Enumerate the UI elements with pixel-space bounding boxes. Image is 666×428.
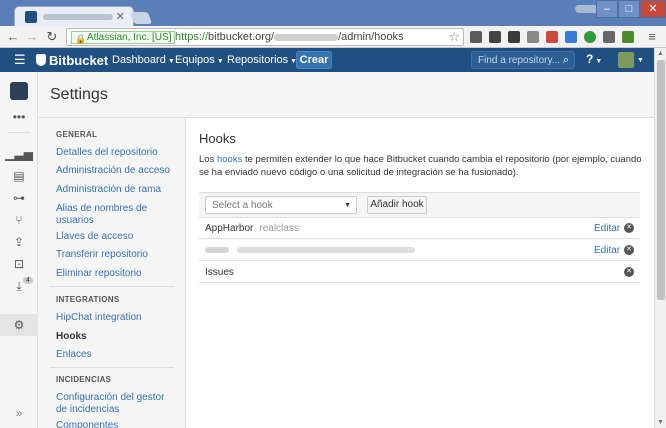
add-hook-bar: Select a hook ▼ Añadir hook [199, 192, 640, 218]
chevron-down-icon: ▼ [216, 58, 224, 65]
user-avatar[interactable] [618, 52, 634, 68]
nav-item-transfer-repo[interactable]: Transferir repositorio [56, 249, 178, 261]
nav-item-components[interactable]: Componentes [56, 420, 178, 428]
hook-detail-redacted [237, 247, 415, 254]
nav-dashboard[interactable]: Dashboard ▼ [112, 54, 175, 66]
page-title: Settings [50, 86, 108, 103]
nav-repositorios[interactable]: Repositorios ▼ [227, 54, 297, 66]
hook-name-redacted [205, 247, 229, 254]
hook-row: AppHarbor realclass Editar ✕ [199, 218, 640, 239]
hooks-panel: Hooks Los hooks te permiten extender lo … [187, 118, 654, 428]
edit-hook-link[interactable]: Editar [594, 223, 620, 234]
bookmark-star-icon[interactable]: ☆ [448, 29, 460, 45]
nav-item-repo-details[interactable]: Detalles del repositorio [56, 147, 178, 159]
hamburger-menu-icon[interactable]: ☰ [14, 53, 26, 66]
window-minimize-button[interactable]: – [596, 0, 618, 18]
forward-arrow-icon[interactable]: → [24, 29, 40, 45]
url-text: https://bitbucket.org//admin/hooks [175, 31, 404, 43]
lock-icon: 🔒 [75, 34, 87, 44]
downloads-count-badge: 4 [23, 277, 33, 284]
browser-tab[interactable]: ✕ [14, 6, 134, 26]
page-scrollbar[interactable]: ▲ ▼ [654, 48, 666, 428]
extension-icon[interactable] [527, 31, 539, 43]
nav-item-links[interactable]: Enlaces [56, 349, 178, 361]
repository-search-input[interactable]: Find a repository... ⌕ [471, 51, 575, 69]
repo-icon-rail: ••• ▁▃▅ ▤ ⊶ ⑂ ⇪ ⊡ ⤓ 4 ⚙ » [0, 72, 38, 428]
browser-menu-icon[interactable]: ≡ [644, 29, 660, 45]
nav-item-access-management[interactable]: Administración de acceso [56, 165, 178, 177]
nav-item-branch-management[interactable]: Administración de rama [56, 184, 178, 196]
issues-icon[interactable]: ⊡ [0, 257, 38, 271]
bitbucket-bucket-icon [36, 54, 46, 66]
overview-icon[interactable]: ▁▃▅ [0, 147, 38, 161]
tab-title-redacted [43, 14, 113, 20]
hook-type-select[interactable]: Select a hook ▼ [205, 196, 357, 214]
new-tab-button[interactable] [129, 12, 153, 24]
add-hook-button[interactable]: Añadir hook [367, 196, 427, 214]
section-title-general: GENERAL [56, 130, 98, 139]
branches-icon[interactable]: ⑂ [0, 213, 38, 227]
bitbucket-favicon-icon [25, 11, 37, 23]
expand-sidebar-icon[interactable]: » [0, 406, 38, 420]
nav-item-delete-repo[interactable]: Eliminar repositorio [56, 268, 178, 280]
extension-icon[interactable] [584, 31, 596, 43]
extension-icon[interactable] [565, 31, 577, 43]
extension-icon[interactable] [546, 31, 558, 43]
delete-hook-icon[interactable]: ✕ [624, 223, 634, 233]
scrollbar-thumb[interactable] [657, 60, 665, 300]
bitbucket-logo[interactable]: Bitbucket [36, 53, 108, 68]
hook-name: AppHarbor [205, 223, 254, 234]
nav-item-hooks[interactable]: Hooks [56, 331, 178, 343]
extension-icon[interactable] [508, 31, 520, 43]
delete-hook-icon[interactable]: ✕ [624, 267, 634, 277]
section-title-integrations: INTEGRATIONS [56, 295, 120, 304]
address-bar[interactable]: 🔒 Atlassian, Inc. [US] https://bitbucket.… [66, 28, 464, 46]
extension-icon[interactable] [622, 31, 634, 43]
app-header: ☰ Bitbucket Dashboard ▼ Equipos ▼ Reposito… [0, 48, 654, 72]
hook-detail: realclass [259, 223, 299, 234]
extension-icon[interactable] [603, 31, 615, 43]
commits-icon[interactable]: ⊶ [0, 191, 38, 205]
delete-hook-icon[interactable]: ✕ [624, 245, 634, 255]
nav-item-username-aliases[interactable]: Alias de nombres de usuarios [56, 203, 178, 227]
scroll-up-icon[interactable]: ▲ [657, 50, 664, 57]
window-close-button[interactable]: ✕ [640, 0, 666, 18]
url-redacted [274, 33, 339, 41]
back-arrow-icon[interactable]: ← [5, 29, 21, 45]
hooks-docs-link[interactable]: hooks [217, 154, 242, 165]
page-header: Settings [38, 72, 654, 118]
browser-tabstrip: ✕ – □ ✕ [0, 0, 666, 26]
section-title-issues: INCIDENCIAS [56, 375, 112, 384]
help-icon[interactable]: ? ▼ [586, 52, 602, 66]
reload-icon[interactable]: ↻ [44, 29, 60, 45]
extension-icon[interactable] [489, 31, 501, 43]
hooks-description: Los hooks te permiten extender lo que ha… [199, 154, 642, 178]
hook-name: Issues [205, 267, 234, 278]
hook-row: Editar ✕ [199, 240, 640, 261]
chevron-down-icon: ▼ [167, 58, 175, 65]
edit-hook-link[interactable]: Editar [594, 245, 620, 256]
browser-toolbar: ← → ↻ 🔒 Atlassian, Inc. [US] https://bitb… [0, 26, 666, 48]
ev-certificate-badge[interactable]: 🔒 Atlassian, Inc. [US] [71, 31, 176, 44]
chevron-down-icon: ▼ [344, 202, 351, 209]
settings-nav: GENERAL Detalles del repositorio Adminis… [38, 118, 186, 428]
source-icon[interactable]: ▤ [0, 169, 38, 183]
hook-row: Issues ✕ [199, 262, 640, 283]
scroll-down-icon[interactable]: ▼ [657, 419, 664, 426]
more-icon[interactable]: ••• [0, 110, 38, 124]
pull-requests-icon[interactable]: ⇪ [0, 235, 38, 249]
section-heading: Hooks [199, 131, 236, 146]
extension-icon[interactable] [470, 31, 482, 43]
window-maximize-button[interactable]: □ [618, 0, 640, 18]
create-button[interactable]: Crear [296, 51, 332, 69]
tab-close-icon[interactable]: ✕ [116, 10, 125, 23]
nav-item-hipchat[interactable]: HipChat integration [56, 312, 178, 324]
repository-avatar[interactable] [10, 82, 28, 100]
nav-equipos[interactable]: Equipos ▼ [175, 54, 224, 66]
chevron-down-icon[interactable]: ▼ [637, 57, 644, 64]
nav-item-access-keys[interactable]: Llaves de acceso [56, 231, 178, 243]
nav-item-issue-tracker-settings[interactable]: Configuración del gestor de incidencias [56, 392, 178, 416]
search-icon: ⌕ [562, 54, 569, 66]
settings-gear-icon[interactable]: ⚙ [0, 318, 38, 332]
